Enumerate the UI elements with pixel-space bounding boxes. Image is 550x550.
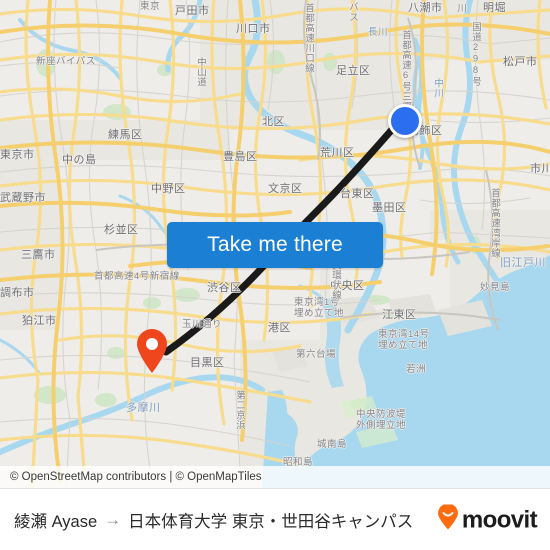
take-me-there-button[interactable]: Take me there (167, 222, 383, 268)
destination-marker[interactable] (135, 328, 169, 374)
map-canvas[interactable]: 戸田市 東京 川口市 首都高速川口線 バス 八潮市 明堀川国道298号 松戸市 新座バイパス 中山… (0, 0, 550, 488)
pin-smile-icon (437, 503, 459, 536)
origin-marker[interactable] (388, 104, 422, 138)
attribution-text[interactable]: © OpenStreetMap contributors | © OpenMap… (0, 471, 262, 483)
moovit-logo[interactable]: moovit (437, 503, 538, 536)
route-origin-label: 綾瀬 Ayase (14, 513, 98, 531)
route-destination-label: 日本体育大学 東京・世田谷キャンパス (128, 513, 414, 531)
arrow-right-icon: → (104, 510, 122, 529)
footer-bar: 綾瀬 Ayase → 日本体育大学 東京・世田谷キャンパス moovit (0, 488, 550, 550)
moovit-route-card: 戸田市 東京 川口市 首都高速川口線 バス 八潮市 明堀川国道298号 松戸市 新座バイパス 中山… (0, 0, 550, 550)
route-summary: 綾瀬 Ayase → 日本体育大学 東京・世田谷キャンパス (0, 508, 413, 532)
map-attribution: © OpenStreetMap contributors | © OpenMap… (0, 466, 550, 488)
moovit-wordmark: moovit (461, 506, 538, 533)
